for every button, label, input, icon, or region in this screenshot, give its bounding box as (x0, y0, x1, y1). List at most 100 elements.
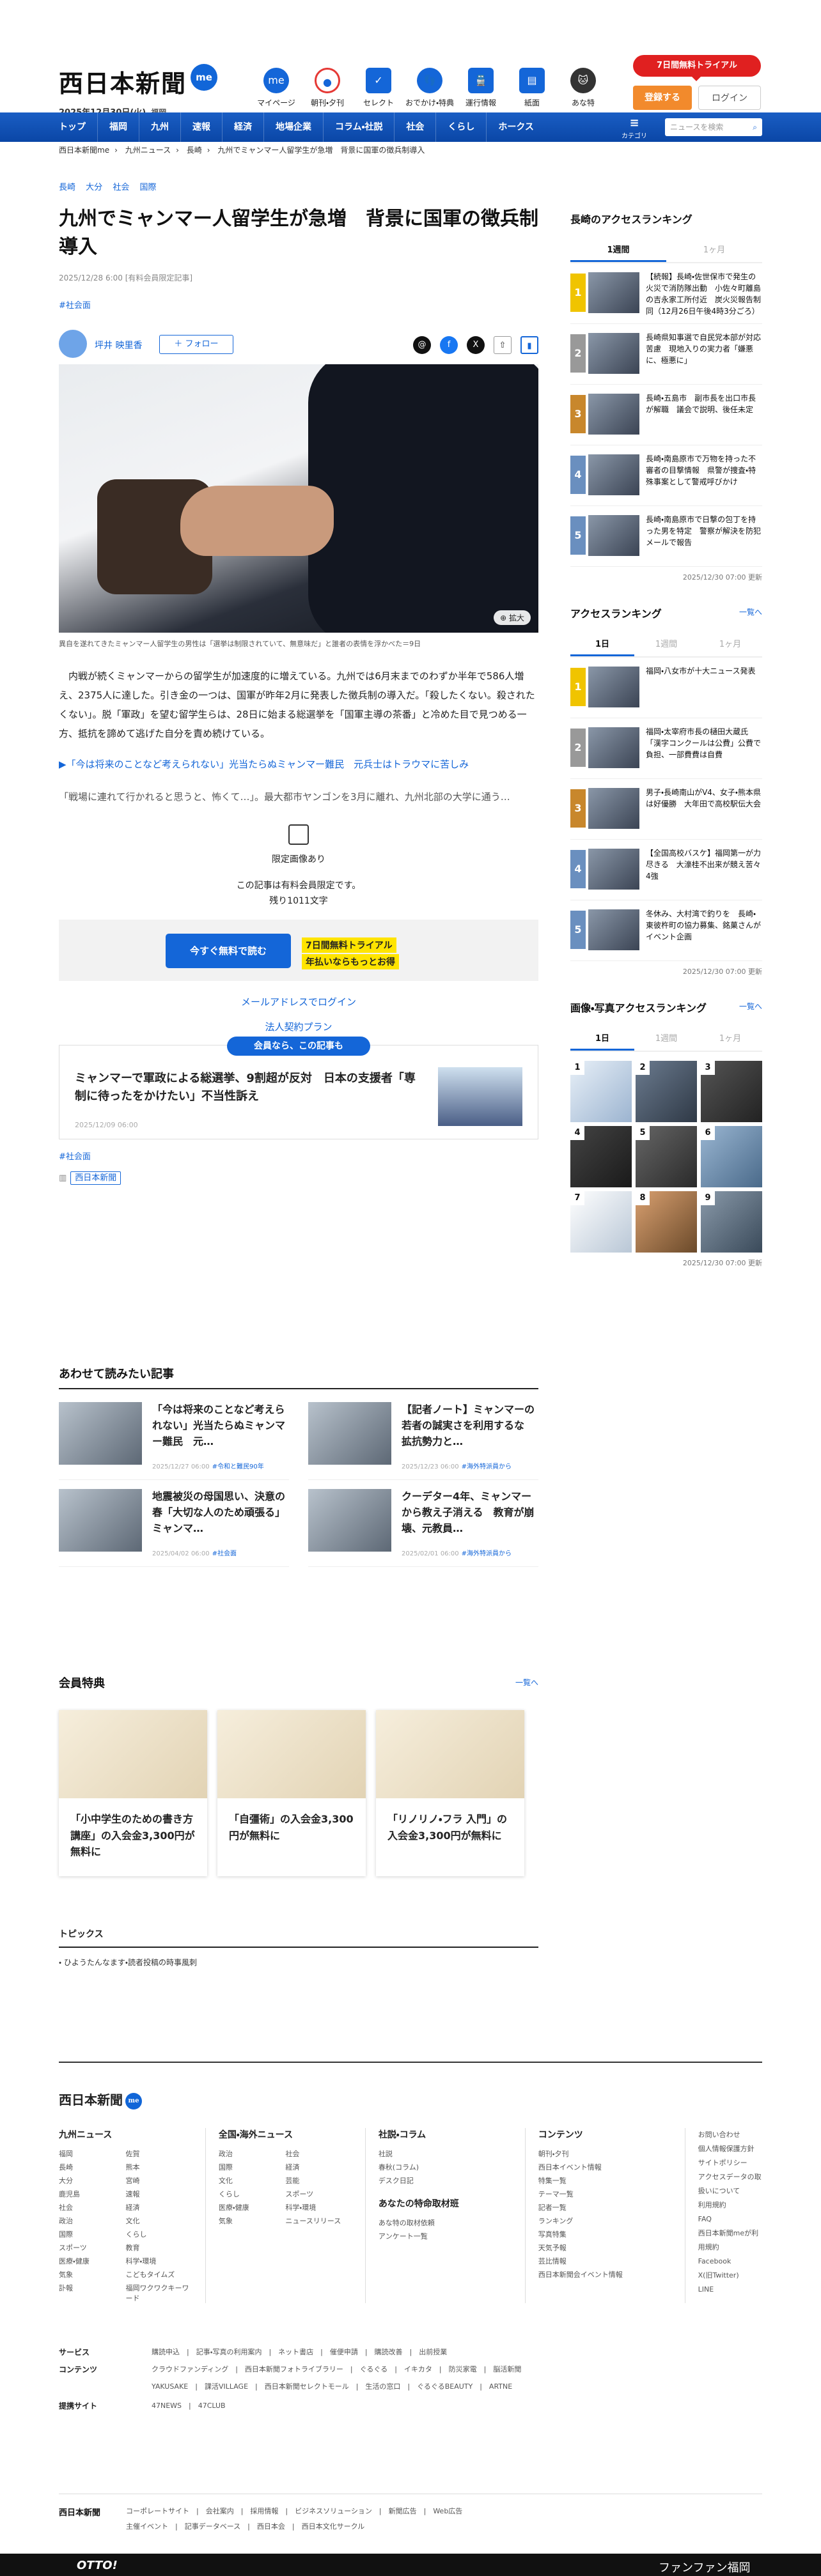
footer-link[interactable]: ニュースリリース (285, 2216, 352, 2226)
footer-link[interactable]: 鹿児島 (59, 2189, 125, 2199)
article-photo[interactable]: ⊕ 拡大 (59, 364, 538, 633)
photo-thumb[interactable]: 4 (570, 1126, 632, 1187)
footer-link[interactable]: 朝刊・夕刊 (538, 2148, 672, 2159)
nav-anatoku[interactable]: 🐱 あな特 (558, 68, 609, 108)
footer-link[interactable]: 熊本 (125, 2162, 192, 2172)
ranking-item[interactable]: 1 【続報】長崎・佐世保市で発生の火災で消防隊出動 小佐々町離島の吉永家工所付近 … (570, 263, 762, 324)
nav-life[interactable]: くらし (436, 112, 487, 142)
ranking-item[interactable]: 2 長崎県知事選で自民党本部が対応苦慮 現地入りの実力者「嫌悪に、極悪に」 (570, 324, 762, 385)
footer-category-tag[interactable]: #社会面 (59, 1150, 538, 1162)
footer-link[interactable]: 医療・健康 (219, 2202, 285, 2212)
related-article-link[interactable]: ▶「今は将来のことなど考えられない」光当たらぬミャンマー難民 元兵士はトラウマに… (59, 756, 538, 773)
footer-link[interactable]: スポーツ (285, 2189, 352, 2199)
threads-icon[interactable]: @ (413, 336, 431, 354)
footer-link[interactable]: 西日本イベント情報 (538, 2162, 672, 2172)
footer-col-title[interactable]: コンテンツ (538, 2128, 672, 2141)
footer-link[interactable]: 速報 (125, 2189, 192, 2199)
footer-link[interactable]: 利用規約 (698, 2198, 762, 2212)
corp-logo[interactable]: 西日本新聞 (59, 2506, 100, 2531)
footer-link[interactable]: 社会 (285, 2148, 352, 2159)
footer-link[interactable]: 経済 (285, 2162, 352, 2172)
footer-link[interactable]: 特集一覧 (538, 2175, 672, 2186)
footer-link[interactable]: 訃報 (59, 2283, 125, 2303)
footer-link[interactable]: スポーツ (59, 2242, 125, 2253)
footer-link[interactable]: 西日本新聞meが利用規約 (698, 2226, 762, 2255)
perk-card[interactable]: 「リノリノ・フラ 入門」の入会金3,300円が無料に (376, 1710, 524, 1876)
corp-links[interactable]: コーポレートサイト | 会社案内 | 採用情報 | ビジネスソリューション | … (126, 2506, 462, 2516)
facebook-icon[interactable]: f (440, 336, 458, 354)
bottom-ad-bar[interactable]: OTTO! ファンファン福岡 (0, 2554, 821, 2576)
member-recommend-card[interactable]: 会員なら、この記事も ミャンマーで軍政による総選挙、9割超が反対 日本の支援者「… (59, 1036, 538, 1139)
category-menu-button[interactable]: ≡ カテゴリー一覧 (620, 116, 648, 150)
footer-link[interactable]: 写真特集 (538, 2229, 672, 2239)
nav-kyushu[interactable]: 九州 (139, 112, 181, 142)
footer-link[interactable]: 文化 (125, 2216, 192, 2226)
footer-link[interactable]: 芸比情報 (538, 2256, 672, 2266)
footer-col-title[interactable]: 全国・海外ニュース (219, 2128, 352, 2141)
perks-more[interactable]: 一覧へ (515, 1677, 538, 1688)
footer-link[interactable]: 科学・環境 (125, 2256, 192, 2266)
footer-link[interactable]: 春秋(コラム) (379, 2162, 512, 2172)
footer-link[interactable]: アクセスデータの取扱いについて (698, 2170, 762, 2198)
breadcrumb-kyushu[interactable]: 九州ニュース (125, 146, 171, 155)
footer-link[interactable]: 西日本新聞会イベント情報 (538, 2269, 672, 2279)
tag-oita[interactable]: 大分 (86, 183, 102, 192)
nav-economy[interactable]: 経済 (223, 112, 264, 142)
footer-link[interactable]: FAQ (698, 2212, 762, 2226)
topics-item[interactable]: ・ ひようたんなます・読者投稿の時事風刺 (59, 1957, 538, 1968)
ranking-item[interactable]: 3 長崎・五島市 副市長を出口市長が解職 議会で説明、後任未定 (570, 385, 762, 445)
bookmark-icon[interactable]: ▮ (520, 336, 538, 354)
tab-week[interactable]: 1週間 (634, 1026, 698, 1051)
footer-link[interactable]: 医療・健康 (59, 2256, 125, 2266)
footer-link[interactable]: くらし (125, 2229, 192, 2239)
tab-month[interactable]: 1ヶ月 (666, 238, 762, 262)
photo-thumb[interactable]: 9 (701, 1191, 762, 1253)
nav-society[interactable]: 社会 (395, 112, 437, 142)
corp-plan-link[interactable]: 法人契約プラン (59, 1020, 538, 1033)
article-category[interactable]: #社会面 (59, 298, 538, 311)
footer-link[interactable]: 気象 (219, 2216, 285, 2226)
read-free-button[interactable]: 今すぐ無料で読む (166, 933, 291, 968)
related-item[interactable]: 【記者ノート】ミャンマーの若者の誠実さを利用するな 拡抗勢力と… 2025/12/… (308, 1402, 538, 1480)
photo-thumb[interactable]: 5 (636, 1126, 697, 1187)
share-icon[interactable]: ⇧ (494, 336, 512, 354)
footer-link[interactable]: デスク日記 (379, 2175, 512, 2186)
nav-newspaper[interactable]: ● 朝刊・夕刊 (302, 68, 353, 108)
source-badge[interactable]: 西日本新聞 (70, 1171, 121, 1185)
nav-top[interactable]: トップ (59, 112, 98, 142)
related-tag[interactable]: #令和と難民90年 (212, 1463, 264, 1470)
footer-link[interactable]: 国際 (219, 2162, 285, 2172)
login-button[interactable]: ログイン (698, 86, 761, 110)
author-name[interactable]: 坪井 映里香 (95, 339, 142, 351)
ranking-item[interactable]: 4 【全国高校バスケ】福岡第一が力尽きる 大濠桂不出来が競え苦々4強 (570, 840, 762, 900)
footer-link[interactable]: 個人情報保護方針 (698, 2142, 762, 2156)
footer-link[interactable]: 長崎 (59, 2162, 125, 2172)
footer-link[interactable]: 科学・環境 (285, 2202, 352, 2212)
footer-link[interactable]: アンケート一覧 (379, 2231, 512, 2241)
footer-link[interactable]: 佐賀 (125, 2148, 192, 2159)
footer-link[interactable]: テーマ一覧 (538, 2189, 672, 2199)
footer-link[interactable]: 宮崎 (125, 2175, 192, 2186)
tab-month[interactable]: 1ヶ月 (698, 632, 762, 656)
nav-local-business[interactable]: 地場企業 (264, 112, 324, 142)
x-icon[interactable]: X (467, 336, 485, 354)
nav-outing[interactable]: 👣 おでかけ・特典 (404, 68, 455, 108)
tag-society[interactable]: 社会 (113, 183, 129, 192)
nav-paper[interactable]: ▤ 紙面 (506, 68, 558, 108)
nav-column[interactable]: コラム・社説 (324, 112, 395, 142)
footer-logo[interactable]: 西日本新聞 me (59, 2090, 142, 2109)
tag-nagasaki[interactable]: 長崎 (59, 183, 75, 192)
footer-link[interactable]: LINE (698, 2283, 762, 2297)
footer-link[interactable]: Facebook (698, 2255, 762, 2269)
footer-col-title[interactable]: 九州ニュース (59, 2128, 192, 2141)
footer-link[interactable]: X(旧Twitter) (698, 2269, 762, 2283)
nav-breaking[interactable]: 速報 (181, 112, 223, 142)
nav-transit[interactable]: 🚆 運行情報 (455, 68, 506, 108)
search-input[interactable]: ニュースを検索 ⌕ (665, 118, 762, 136)
breadcrumb-home[interactable]: 西日本新聞me (59, 146, 109, 155)
footer-link[interactable]: ランキング (538, 2216, 672, 2226)
footer-link[interactable]: 記者一覧 (538, 2202, 672, 2212)
footer-link[interactable]: 大分 (59, 2175, 125, 2186)
perk-card[interactable]: 「小中学生のための書き方講座」の入会金3,300円が無料に (59, 1710, 207, 1876)
footer-link[interactable]: 社説 (379, 2148, 512, 2159)
